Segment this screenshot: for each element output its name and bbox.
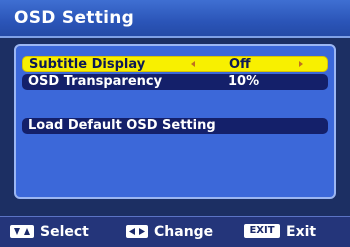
menu-item-label: Subtitle Display xyxy=(29,57,146,72)
left-arrow-icon[interactable] xyxy=(191,61,195,67)
page-title: OSD Setting xyxy=(14,8,135,28)
footer-hints: Select Change EXIT Exit xyxy=(0,216,350,247)
menu-item-label: OSD Transparency xyxy=(28,74,163,89)
title-bar: OSD Setting xyxy=(0,0,350,38)
change-hint: Change xyxy=(154,224,214,240)
menu-item-value: 10% xyxy=(228,74,260,89)
up-down-arrows-icon xyxy=(10,225,34,238)
right-arrow-icon[interactable] xyxy=(299,61,303,67)
menu-item-value: Off xyxy=(229,57,251,72)
menu-item-label: Load Default OSD Setting xyxy=(28,118,216,133)
select-hint: Select xyxy=(40,224,89,240)
left-right-arrows-icon xyxy=(126,225,148,238)
menu-item-osd-transparency[interactable]: OSD Transparency 10% xyxy=(22,74,328,90)
menu-item-subtitle-display[interactable]: Subtitle Display Off xyxy=(22,56,328,72)
menu-item-load-default[interactable]: Load Default OSD Setting xyxy=(22,118,328,134)
exit-hint: Exit xyxy=(286,224,317,240)
exit-key-icon: EXIT xyxy=(244,224,280,238)
settings-panel: Subtitle Display Off OSD Transparency 10… xyxy=(14,44,336,199)
